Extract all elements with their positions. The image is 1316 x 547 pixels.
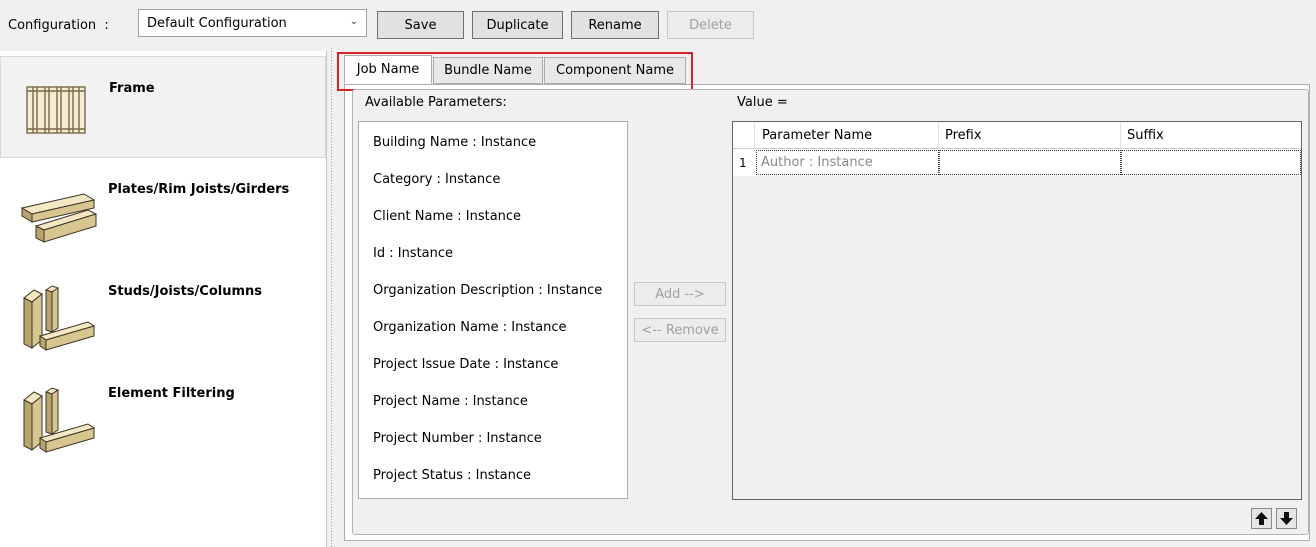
- duplicate-button[interactable]: Duplicate: [472, 11, 563, 39]
- remove-button[interactable]: <-- Remove: [634, 318, 726, 342]
- available-parameters-list[interactable]: Building Name : Instance Category : Inst…: [358, 121, 628, 499]
- move-up-button[interactable]: [1251, 508, 1272, 529]
- list-item[interactable]: Client Name : Instance: [373, 209, 521, 224]
- save-button[interactable]: Save: [377, 11, 464, 39]
- value-grid[interactable]: Parameter Name Prefix Suffix 1 Author : …: [732, 121, 1302, 500]
- list-item[interactable]: Category : Instance: [373, 172, 500, 187]
- list-item[interactable]: Project Status : Instance: [373, 468, 531, 483]
- configuration-bar: Configuration : Default Configuration ⌄ …: [0, 0, 1316, 48]
- row-number: 1: [739, 156, 747, 170]
- nav-item-label: Plates/Rim Joists/Girders: [108, 182, 290, 197]
- rename-button[interactable]: Rename: [571, 11, 659, 39]
- category-nav: Frame Plates/Rim Joists/Girders Studs/Jo…: [0, 51, 327, 547]
- column-header-suffix[interactable]: Suffix: [1121, 122, 1301, 148]
- column-header-prefix[interactable]: Prefix: [939, 122, 1121, 148]
- add-button[interactable]: Add -->: [634, 282, 726, 306]
- list-item[interactable]: Project Number : Instance: [373, 431, 542, 446]
- list-item[interactable]: Organization Description : Instance: [373, 283, 602, 298]
- list-item[interactable]: Project Name : Instance: [373, 394, 528, 409]
- element-filtering-icon: [18, 376, 98, 456]
- cell-suffix[interactable]: [1121, 150, 1301, 175]
- chevron-down-icon: ⌄: [349, 16, 358, 27]
- column-header-parameter-name[interactable]: Parameter Name: [756, 122, 939, 148]
- studs-icon: [18, 274, 98, 354]
- frame-wall-icon: [19, 71, 99, 151]
- arrow-up-icon: [1255, 512, 1268, 525]
- nav-item-frame[interactable]: Frame: [0, 56, 326, 158]
- available-parameters-label: Available Parameters:: [365, 95, 507, 110]
- nav-item-label: Element Filtering: [108, 386, 235, 401]
- nav-item-plates[interactable]: Plates/Rim Joists/Girders: [0, 158, 326, 260]
- cell-prefix[interactable]: [939, 150, 1121, 175]
- table-row[interactable]: 1 Author : Instance: [733, 149, 1301, 176]
- splitter-handle[interactable]: [328, 48, 335, 547]
- delete-button[interactable]: Delete: [667, 11, 754, 39]
- grid-header: Parameter Name Prefix Suffix: [733, 122, 1301, 149]
- list-item[interactable]: Id : Instance: [373, 246, 453, 261]
- list-item[interactable]: Organization Name : Instance: [373, 320, 567, 335]
- cell-parameter-name[interactable]: Author : Instance: [756, 150, 939, 175]
- configuration-label: Configuration :: [8, 18, 109, 33]
- nav-item-label: Frame: [109, 81, 155, 96]
- nav-item-element-filtering[interactable]: Element Filtering: [0, 362, 326, 464]
- tabs-highlight-box: [337, 52, 693, 91]
- value-label: Value =: [737, 95, 788, 110]
- nav-item-studs[interactable]: Studs/Joists/Columns: [0, 260, 326, 362]
- grid-row-header-corner: [733, 122, 755, 148]
- plates-icon: [18, 172, 98, 252]
- list-item[interactable]: Project Issue Date : Instance: [373, 357, 558, 372]
- move-down-button[interactable]: [1276, 508, 1297, 529]
- configuration-select[interactable]: Default Configuration ⌄: [138, 9, 367, 37]
- configuration-select-value: Default Configuration: [147, 16, 287, 31]
- list-item[interactable]: Building Name : Instance: [373, 135, 536, 150]
- arrow-down-icon: [1280, 512, 1293, 525]
- nav-item-label: Studs/Joists/Columns: [108, 284, 263, 299]
